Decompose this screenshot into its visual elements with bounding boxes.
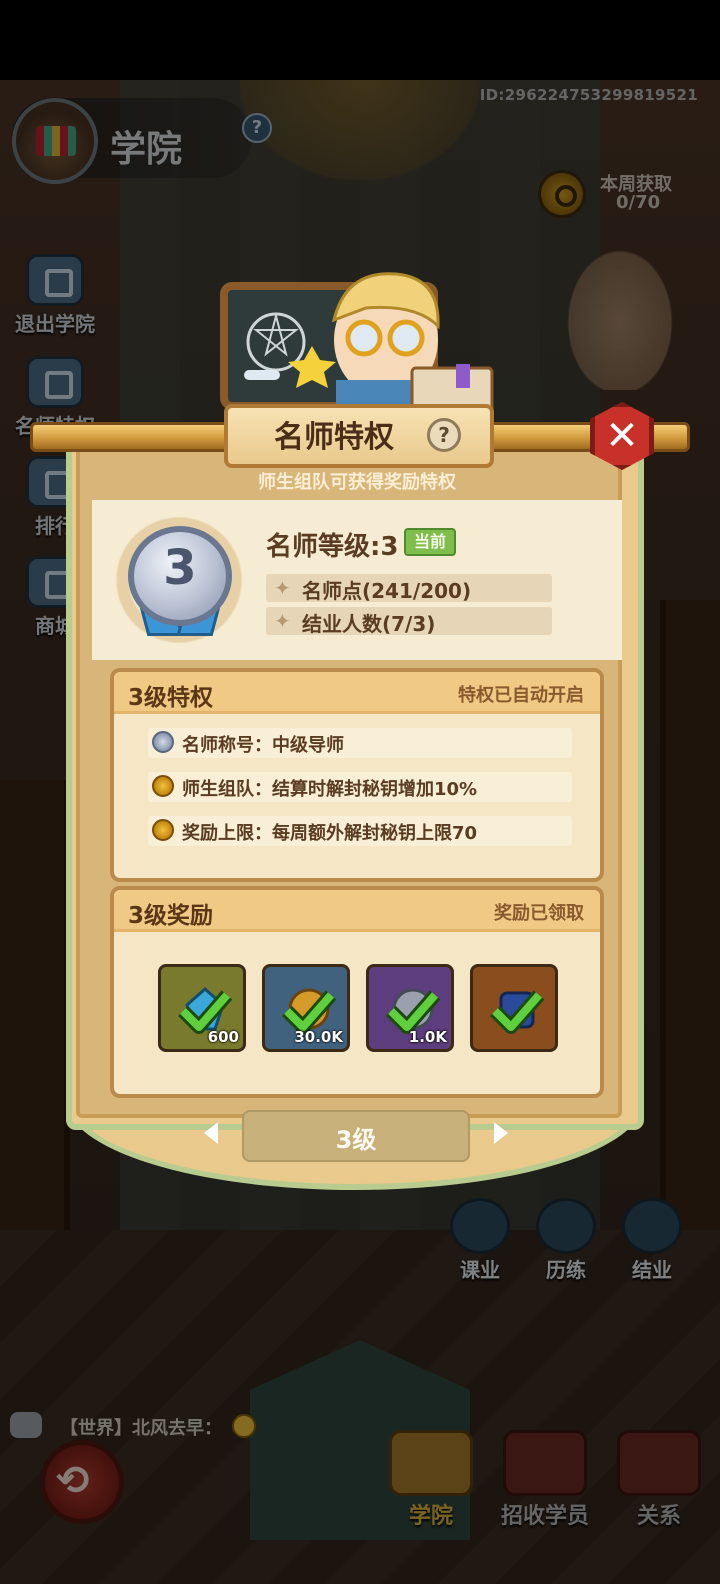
privileges-section: 3级特权 特权已自动开启 名师称号：中级导师 师生组队：结算时解封秘钥增加10%… bbox=[110, 668, 604, 882]
modal-help-icon[interactable]: ? bbox=[427, 418, 461, 452]
modal-subtitle: 师生组队可获得奖励特权 bbox=[258, 472, 456, 493]
privilege-text: 师生组队：结算时解封秘钥增加10% bbox=[182, 779, 478, 800]
privilege-row: 名师称号：中级导师 bbox=[148, 728, 572, 758]
master-points-text: 名师点(241/200) bbox=[302, 579, 472, 603]
reward-qty: 600 bbox=[207, 1028, 239, 1046]
rewards-status: 奖励已领取 bbox=[494, 903, 584, 924]
prev-level-arrow-icon[interactable] bbox=[204, 1122, 218, 1144]
close-icon: ✕ bbox=[605, 413, 639, 459]
medal-icon bbox=[152, 731, 174, 753]
privileges-status: 特权已自动开启 bbox=[458, 685, 584, 706]
privilege-row: 奖励上限：每周额外解封秘钥上限70 bbox=[148, 816, 572, 846]
privileges-header: 3级特权 特权已自动开启 bbox=[114, 672, 600, 714]
privilege-row: 师生组队：结算时解封秘钥增加10% bbox=[148, 772, 572, 802]
rewards-heading: 3级奖励 bbox=[128, 903, 214, 929]
teacher-illustration bbox=[220, 272, 494, 420]
modal-title: 名师特权 bbox=[274, 420, 394, 455]
sparkle-icon: ✦ bbox=[274, 609, 291, 633]
privilege-text: 名师称号：中级导师 bbox=[182, 735, 344, 756]
reward-qty: 1.0K bbox=[408, 1028, 447, 1046]
medal-level-number: 3 bbox=[163, 540, 197, 596]
master-points-row: ✦ 名师点(241/200) bbox=[266, 574, 552, 603]
status-bar bbox=[0, 0, 720, 80]
rewards-section: 3级奖励 奖励已领取 600 30.0K 1.0K bbox=[110, 886, 604, 1098]
key-icon bbox=[152, 819, 174, 841]
current-badge: 当前 bbox=[404, 528, 456, 556]
graduates-row: ✦ 结业人数(7/3) bbox=[266, 607, 552, 636]
sparkle-icon: ✦ bbox=[274, 576, 291, 600]
graduates-text: 结业人数(7/3) bbox=[302, 612, 436, 636]
reward-qty: 30.0K bbox=[294, 1028, 343, 1046]
privilege-text: 奖励上限：每周额外解封秘钥上限70 bbox=[182, 823, 478, 844]
reward-item[interactable]: 600 bbox=[158, 964, 246, 1052]
level-selector-value: 3级 bbox=[335, 1126, 377, 1154]
privileges-heading: 3级特权 bbox=[128, 685, 214, 711]
next-level-arrow-icon[interactable] bbox=[494, 1122, 508, 1144]
key-icon bbox=[152, 775, 174, 797]
rewards-header: 3级奖励 奖励已领取 bbox=[114, 890, 600, 932]
reward-item[interactable] bbox=[470, 964, 558, 1052]
reward-item[interactable]: 30.0K bbox=[262, 964, 350, 1052]
reward-item[interactable]: 1.0K bbox=[366, 964, 454, 1052]
master-level-title: 名师等级:3 bbox=[266, 532, 399, 562]
check-icon bbox=[490, 990, 545, 1034]
